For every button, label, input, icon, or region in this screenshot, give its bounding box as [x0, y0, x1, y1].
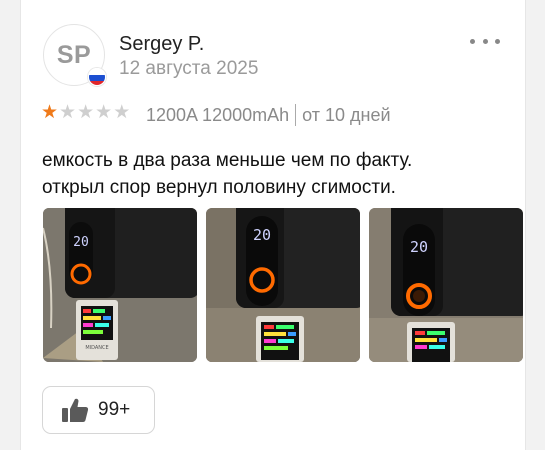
review-photo[interactable]: 20 MIDANCE [43, 208, 197, 362]
avatar-initials: SP [56, 40, 92, 69]
divider [295, 104, 297, 126]
power-bank-display: 20 [253, 226, 271, 244]
review-photo[interactable]: 20 [206, 208, 360, 362]
star-icon: ★ [77, 102, 95, 123]
photo-image: 20 [369, 208, 523, 362]
thumbs-up-icon [62, 398, 89, 422]
star-icon: ★ [113, 102, 131, 123]
review-text: емкость в два раза меньше чем по факту. … [42, 147, 492, 201]
review-text-line: емкость в два раза меньше чем по факту. [42, 150, 413, 171]
more-options-icon[interactable] [470, 36, 500, 46]
review-text-line: открыл спор вернул половину сгимости. [42, 177, 396, 198]
star-icon: ★ [59, 102, 77, 123]
star-icon: ★ [41, 102, 59, 123]
star-rating: ★ ★ ★ ★ ★ [41, 102, 130, 124]
review-photo[interactable]: 20 [369, 208, 523, 362]
photo-image: 20 [206, 208, 360, 362]
review-date: 12 августа 2025 [119, 58, 259, 79]
star-icon: ★ [95, 102, 113, 123]
product-variant: 1200A 12000mAh [146, 104, 290, 125]
russia-flag-icon [88, 68, 106, 86]
review-meta: 1200A 12000mAh от 10 дней [146, 104, 391, 126]
review-photos: 20 MIDANCE 20 20 [43, 208, 523, 362]
like-count: 99+ [98, 399, 131, 420]
power-bank-display: 20 [73, 235, 89, 250]
author-name[interactable]: Sergey P. [119, 33, 204, 56]
tester-brand-label: MIDANCE [85, 345, 108, 351]
like-button[interactable]: 99+ [42, 386, 155, 434]
photo-image: 20 MIDANCE [43, 208, 197, 362]
usage-period: от 10 дней [302, 104, 391, 125]
power-bank-display: 20 [410, 238, 428, 256]
